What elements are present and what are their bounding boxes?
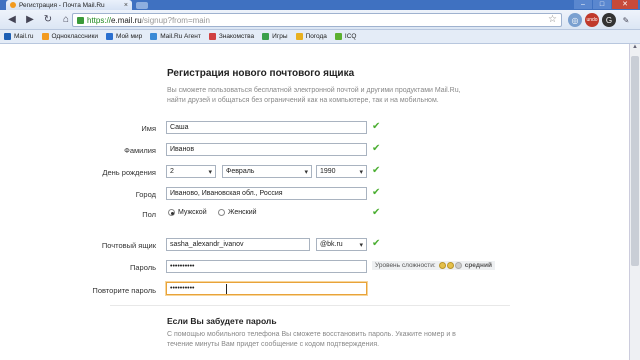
birthday-label: День рождения (102, 168, 156, 177)
recovery-text: С помощью мобильного телефона Вы сможете… (167, 331, 456, 348)
city-valid-icon: ✔ (372, 187, 381, 198)
chevron-down-icon: ▾ (208, 169, 212, 176)
first-name-input[interactable]: Саша (166, 121, 367, 134)
chevron-down-icon: ▾ (304, 169, 308, 176)
gender-male-radio[interactable]: Мужской (168, 209, 207, 216)
forward-icon[interactable]: ▶ (22, 12, 38, 28)
domain-select[interactable]: @bk.ru ▾ (316, 238, 367, 251)
password-strength-indicator: Уровень сложности: средний (372, 261, 495, 270)
mailru-icon (4, 33, 11, 40)
lock-icon (77, 16, 84, 24)
agent-icon (150, 33, 158, 40)
bookmark-agent[interactable]: Mail.Ru Агент (150, 33, 201, 40)
browser-tab[interactable]: Регистрация - Почта Mail.Ru × (6, 0, 132, 10)
bookmark-znakomstva[interactable]: Знакомства (208, 33, 254, 40)
radio-empty-icon (218, 209, 225, 216)
last-name-label: Фамилия (124, 146, 156, 155)
mailru-favicon-icon (10, 2, 16, 8)
gender-female-radio[interactable]: Женский (218, 209, 257, 216)
new-tab-button[interactable] (136, 2, 148, 9)
first-name-label: Имя (141, 124, 156, 133)
birthday-valid-icon: ✔ (372, 165, 381, 176)
password-input[interactable]: •••••••••• (166, 260, 367, 273)
strength-keys-icon (438, 262, 462, 269)
radio-selected-icon (168, 209, 175, 216)
url-path: /signup?from=main (141, 15, 210, 25)
minimize-button[interactable]: – (574, 0, 592, 9)
address-bar[interactable]: https:// e.mail.ru /signup?from=main ☆ (72, 13, 562, 27)
strength-label: Уровень сложности: (375, 262, 436, 269)
last-name-input[interactable]: Иванов (166, 143, 367, 156)
repeat-password-input[interactable]: •••••••••• (166, 282, 367, 295)
scroll-up-icon[interactable]: ▲ (630, 44, 640, 54)
intro-text: Вы сможете пользоваться бесплатной элект… (167, 87, 461, 104)
mailbox-input[interactable]: sasha_alexandr_ivanov (166, 238, 310, 251)
url-scheme: https:// (87, 15, 112, 25)
extension-g-icon[interactable]: G (602, 13, 616, 27)
scrollbar-thumb[interactable] (631, 56, 639, 266)
url-host: e.mail.ru (111, 15, 142, 25)
bookmark-star-icon[interactable]: ☆ (548, 14, 557, 26)
extension-icon[interactable]: ◎ (568, 13, 582, 27)
back-icon[interactable]: ◀ (4, 12, 20, 28)
dating-icon (208, 33, 216, 40)
first-name-valid-icon: ✔ (372, 121, 381, 132)
wrench-menu-icon[interactable]: ✎ (619, 13, 633, 27)
recovery-heading: Если Вы забудете пароль (167, 316, 277, 326)
bookmark-moy-mir[interactable]: Мой мир (105, 33, 142, 40)
icq-flower-icon (334, 33, 342, 40)
browser-toolbar: ◀ ▶ ↻ ⌂ https:// e.mail.ru /signup?from=… (0, 10, 640, 30)
bookmark-mailru[interactable]: Mail.ru (4, 33, 34, 40)
mailbox-valid-icon: ✔ (372, 238, 381, 249)
password-label: Пароль (129, 263, 156, 272)
birth-year-select[interactable]: 1990 ▾ (316, 165, 367, 178)
browser-tabstrip: Регистрация - Почта Mail.Ru × – □ ✕ (0, 0, 640, 10)
page-title: Регистрация нового почтового ящика (167, 68, 355, 79)
tab-title: Регистрация - Почта Mail.Ru (19, 1, 105, 9)
mailbox-label: Почтовый ящик (101, 241, 156, 250)
games-icon (262, 33, 270, 40)
close-window-button[interactable]: ✕ (612, 0, 638, 9)
toolbar-extensions: ◎ undo G ✎ (568, 13, 633, 27)
bookmarks-bar: Mail.ru Одноклассники Мой мир Mail.Ru Аг… (0, 30, 640, 44)
reload-icon[interactable]: ↻ (40, 12, 56, 28)
repeat-password-label: Повторите пароль (92, 286, 156, 295)
bookmark-games[interactable]: Игры (262, 33, 288, 40)
section-divider (110, 305, 510, 306)
gender-label: Пол (142, 210, 156, 219)
page-scrollbar[interactable]: ▲ (629, 44, 640, 360)
city-label: Город (135, 190, 156, 199)
bookmark-weather[interactable]: Погода (295, 33, 327, 40)
weather-icon (295, 33, 303, 40)
maximize-button[interactable]: □ (593, 0, 611, 9)
odnoklassniki-icon (41, 33, 49, 40)
bookmark-odnoklassniki[interactable]: Одноклассники (41, 33, 98, 40)
text-cursor-icon (226, 284, 228, 294)
last-name-valid-icon: ✔ (372, 143, 381, 154)
chevron-down-icon: ▾ (359, 169, 363, 176)
gender-valid-icon: ✔ (372, 207, 381, 218)
strength-level: средний (464, 262, 492, 269)
window-controls: – □ ✕ (574, 0, 638, 9)
birth-day-select[interactable]: 2 ▾ (166, 165, 216, 178)
moy-mir-icon (105, 33, 113, 40)
chevron-down-icon: ▾ (359, 242, 363, 249)
undo-extension-icon[interactable]: undo (585, 13, 599, 27)
city-input[interactable]: Иваново, Ивановская обл., Россия (166, 187, 367, 200)
bookmark-icq[interactable]: ICQ (334, 33, 356, 40)
tab-close-icon[interactable]: × (124, 2, 128, 9)
birth-month-select[interactable]: Февраль ▾ (222, 165, 312, 178)
